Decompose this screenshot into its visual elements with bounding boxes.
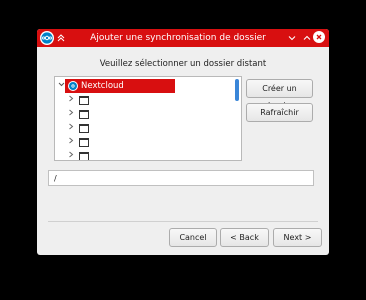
minimize-button[interactable] xyxy=(285,30,299,46)
tree-item[interactable] xyxy=(55,135,231,149)
nextcloud-icon xyxy=(68,81,78,91)
chevron-right-icon[interactable] xyxy=(67,149,75,160)
chevron-right-icon[interactable] xyxy=(67,107,75,121)
divider xyxy=(48,221,318,222)
folder-icon xyxy=(79,110,89,119)
next-button[interactable]: Next > xyxy=(273,228,322,247)
chevron-down-icon xyxy=(288,35,296,40)
tree-item[interactable] xyxy=(55,107,231,121)
remote-folder-tree[interactable]: Nextcloud xyxy=(54,76,242,161)
folder-icon xyxy=(79,138,89,147)
folder-icon xyxy=(79,124,89,133)
window-title: Ajouter une synchronisation de dossier xyxy=(90,33,266,43)
chevron-right-icon[interactable] xyxy=(67,93,75,107)
title-bar[interactable]: Ajouter une synchronisation de dossier xyxy=(37,29,329,47)
tree-item[interactable] xyxy=(55,93,231,107)
tree-item-label: Nextcloud xyxy=(81,81,124,91)
remote-path-field[interactable]: / xyxy=(48,170,314,186)
tree-item[interactable] xyxy=(55,121,231,135)
cancel-button[interactable]: Cancel xyxy=(169,228,217,247)
chevron-right-icon[interactable] xyxy=(67,121,75,135)
tree-scrollbar[interactable] xyxy=(235,79,239,158)
maximize-button[interactable] xyxy=(300,30,314,46)
folder-icon xyxy=(79,96,89,105)
scrollbar-thumb[interactable] xyxy=(235,79,239,101)
folder-icon xyxy=(79,152,89,160)
instruction-text: Veuillez sélectionner un dossier distant xyxy=(99,59,267,69)
chevron-up-icon xyxy=(303,35,311,40)
close-icon xyxy=(316,34,322,39)
close-button[interactable] xyxy=(313,31,325,43)
nextcloud-logo-icon xyxy=(40,31,54,45)
pin-icon[interactable] xyxy=(56,30,66,46)
chevron-right-icon[interactable] xyxy=(67,135,75,149)
back-button[interactable]: < Back xyxy=(220,228,269,247)
folder-sync-dialog: Ajouter une synchronisation de dossier V… xyxy=(37,29,329,255)
tree-item[interactable] xyxy=(55,149,231,160)
create-folder-button[interactable]: Créer un dossier xyxy=(246,79,313,110)
tree-item-root[interactable]: Nextcloud xyxy=(55,79,231,93)
refresh-button[interactable]: Rafraîchir xyxy=(246,103,313,122)
